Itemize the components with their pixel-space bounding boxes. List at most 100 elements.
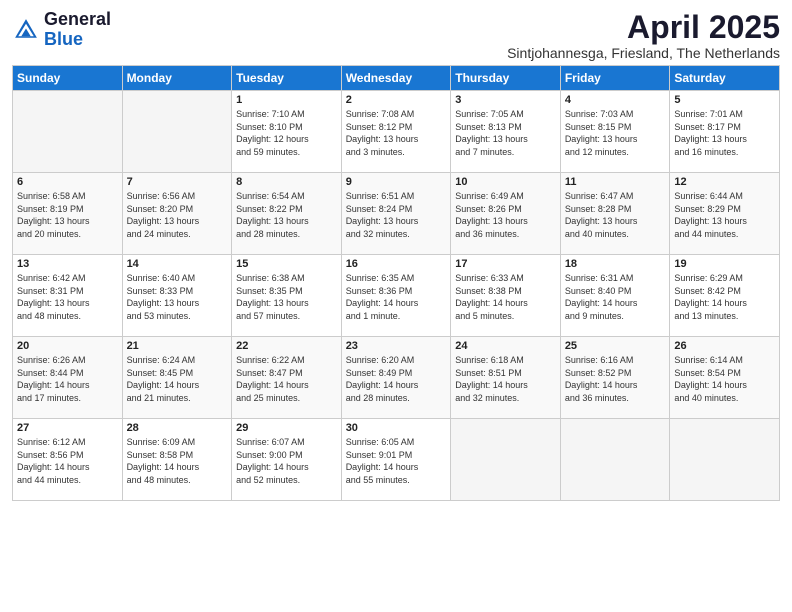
day-cell: 16 Sunrise: 6:35 AM Sunset: 8:36 PM Dayli…	[341, 255, 451, 337]
day-number: 11	[565, 176, 666, 188]
day-info: Sunrise: 6:42 AM Sunset: 8:31 PM Dayligh…	[17, 272, 118, 322]
day-number: 4	[565, 94, 666, 106]
logo-icon	[12, 16, 40, 44]
day-info: Sunrise: 6:09 AM Sunset: 8:58 PM Dayligh…	[127, 436, 228, 486]
day-number: 28	[127, 422, 228, 434]
day-number: 30	[346, 422, 447, 434]
day-info: Sunrise: 6:40 AM Sunset: 8:33 PM Dayligh…	[127, 272, 228, 322]
day-info: Sunrise: 6:22 AM Sunset: 8:47 PM Dayligh…	[236, 354, 337, 404]
col-saturday: Saturday	[670, 66, 780, 91]
day-info: Sunrise: 6:29 AM Sunset: 8:42 PM Dayligh…	[674, 272, 775, 322]
day-cell	[13, 91, 123, 173]
day-cell: 17 Sunrise: 6:33 AM Sunset: 8:38 PM Dayli…	[451, 255, 561, 337]
col-thursday: Thursday	[451, 66, 561, 91]
col-tuesday: Tuesday	[232, 66, 342, 91]
day-info: Sunrise: 6:05 AM Sunset: 9:01 PM Dayligh…	[346, 436, 447, 486]
logo-general: General	[44, 9, 111, 29]
day-cell	[560, 419, 670, 501]
day-number: 16	[346, 258, 447, 270]
day-cell: 7Sunrise: 6:56 AM Sunset: 8:20 PM Daylig…	[122, 173, 232, 255]
day-number: 10	[455, 176, 556, 188]
col-wednesday: Wednesday	[341, 66, 451, 91]
day-cell: 8Sunrise: 6:54 AM Sunset: 8:22 PM Daylig…	[232, 173, 342, 255]
day-cell	[670, 419, 780, 501]
day-cell: 29 Sunrise: 6:07 AM Sunset: 9:00 PM Dayli…	[232, 419, 342, 501]
page-container: General Blue April 2025 Sintjohannesga, …	[0, 0, 792, 509]
day-cell: 9 Sunrise: 6:51 AM Sunset: 8:24 PM Daylig…	[341, 173, 451, 255]
day-cell: 1Sunrise: 7:10 AM Sunset: 8:10 PM Daylig…	[232, 91, 342, 173]
day-cell: 19 Sunrise: 6:29 AM Sunset: 8:42 PM Dayli…	[670, 255, 780, 337]
day-cell: 30 Sunrise: 6:05 AM Sunset: 9:01 PM Dayli…	[341, 419, 451, 501]
day-info: Sunrise: 6:38 AM Sunset: 8:35 PM Dayligh…	[236, 272, 337, 322]
day-number: 18	[565, 258, 666, 270]
day-cell: 26 Sunrise: 6:14 AM Sunset: 8:54 PM Dayli…	[670, 337, 780, 419]
day-info: Sunrise: 6:18 AM Sunset: 8:51 PM Dayligh…	[455, 354, 556, 404]
day-number: 19	[674, 258, 775, 270]
day-cell: 10 Sunrise: 6:49 AM Sunset: 8:26 PM Dayli…	[451, 173, 561, 255]
title-block: April 2025 Sintjohannesga, Friesland, Th…	[507, 10, 780, 61]
day-cell: 13Sunrise: 6:42 AM Sunset: 8:31 PM Dayli…	[13, 255, 123, 337]
day-info: Sunrise: 6:35 AM Sunset: 8:36 PM Dayligh…	[346, 272, 447, 322]
day-cell: 12Sunrise: 6:44 AM Sunset: 8:29 PM Dayli…	[670, 173, 780, 255]
day-cell: 21Sunrise: 6:24 AM Sunset: 8:45 PM Dayli…	[122, 337, 232, 419]
day-number: 2	[346, 94, 447, 106]
day-number: 9	[346, 176, 447, 188]
day-number: 3	[455, 94, 556, 106]
logo: General Blue	[12, 10, 111, 50]
day-info: Sunrise: 6:12 AM Sunset: 8:56 PM Dayligh…	[17, 436, 118, 486]
day-cell: 5 Sunrise: 7:01 AM Sunset: 8:17 PM Daylig…	[670, 91, 780, 173]
col-friday: Friday	[560, 66, 670, 91]
col-monday: Monday	[122, 66, 232, 91]
day-number: 23	[346, 340, 447, 352]
day-number: 25	[565, 340, 666, 352]
day-info: Sunrise: 6:49 AM Sunset: 8:26 PM Dayligh…	[455, 190, 556, 240]
day-number: 29	[236, 422, 337, 434]
day-number: 5	[674, 94, 775, 106]
day-info: Sunrise: 6:14 AM Sunset: 8:54 PM Dayligh…	[674, 354, 775, 404]
day-cell: 23Sunrise: 6:20 AM Sunset: 8:49 PM Dayli…	[341, 337, 451, 419]
day-cell: 11Sunrise: 6:47 AM Sunset: 8:28 PM Dayli…	[560, 173, 670, 255]
day-cell: 24Sunrise: 6:18 AM Sunset: 8:51 PM Dayli…	[451, 337, 561, 419]
day-number: 20	[17, 340, 118, 352]
logo-blue: Blue	[44, 29, 83, 49]
day-cell: 20 Sunrise: 6:26 AM Sunset: 8:44 PM Dayli…	[13, 337, 123, 419]
day-info: Sunrise: 7:08 AM Sunset: 8:12 PM Dayligh…	[346, 108, 447, 158]
week-row-3: 13Sunrise: 6:42 AM Sunset: 8:31 PM Dayli…	[13, 255, 780, 337]
day-cell	[122, 91, 232, 173]
month-title: April 2025	[507, 10, 780, 45]
day-number: 22	[236, 340, 337, 352]
location: Sintjohannesga, Friesland, The Netherlan…	[507, 45, 780, 61]
day-info: Sunrise: 6:26 AM Sunset: 8:44 PM Dayligh…	[17, 354, 118, 404]
day-info: Sunrise: 6:16 AM Sunset: 8:52 PM Dayligh…	[565, 354, 666, 404]
day-info: Sunrise: 6:33 AM Sunset: 8:38 PM Dayligh…	[455, 272, 556, 322]
day-info: Sunrise: 6:07 AM Sunset: 9:00 PM Dayligh…	[236, 436, 337, 486]
day-cell: 2 Sunrise: 7:08 AM Sunset: 8:12 PM Daylig…	[341, 91, 451, 173]
day-number: 8	[236, 176, 337, 188]
day-info: Sunrise: 7:03 AM Sunset: 8:15 PM Dayligh…	[565, 108, 666, 158]
week-row-1: 1Sunrise: 7:10 AM Sunset: 8:10 PM Daylig…	[13, 91, 780, 173]
day-number: 21	[127, 340, 228, 352]
day-number: 27	[17, 422, 118, 434]
col-sunday: Sunday	[13, 66, 123, 91]
header-row: Sunday Monday Tuesday Wednesday Thursday…	[13, 66, 780, 91]
day-cell: 15 Sunrise: 6:38 AM Sunset: 8:35 PM Dayli…	[232, 255, 342, 337]
day-cell: 3 Sunrise: 7:05 AM Sunset: 8:13 PM Daylig…	[451, 91, 561, 173]
day-number: 6	[17, 176, 118, 188]
day-info: Sunrise: 6:31 AM Sunset: 8:40 PM Dayligh…	[565, 272, 666, 322]
day-number: 1	[236, 94, 337, 106]
day-cell: 28 Sunrise: 6:09 AM Sunset: 8:58 PM Dayli…	[122, 419, 232, 501]
day-cell: 4 Sunrise: 7:03 AM Sunset: 8:15 PM Daylig…	[560, 91, 670, 173]
day-number: 15	[236, 258, 337, 270]
day-info: Sunrise: 6:51 AM Sunset: 8:24 PM Dayligh…	[346, 190, 447, 240]
week-row-4: 20 Sunrise: 6:26 AM Sunset: 8:44 PM Dayli…	[13, 337, 780, 419]
logo-text: General Blue	[44, 10, 111, 50]
day-cell: 14Sunrise: 6:40 AM Sunset: 8:33 PM Dayli…	[122, 255, 232, 337]
day-number: 7	[127, 176, 228, 188]
day-cell: 22 Sunrise: 6:22 AM Sunset: 8:47 PM Dayli…	[232, 337, 342, 419]
day-number: 17	[455, 258, 556, 270]
week-row-2: 6 Sunrise: 6:58 AM Sunset: 8:19 PM Daylig…	[13, 173, 780, 255]
day-info: Sunrise: 7:05 AM Sunset: 8:13 PM Dayligh…	[455, 108, 556, 158]
day-info: Sunrise: 6:58 AM Sunset: 8:19 PM Dayligh…	[17, 190, 118, 240]
day-number: 26	[674, 340, 775, 352]
day-info: Sunrise: 7:01 AM Sunset: 8:17 PM Dayligh…	[674, 108, 775, 158]
